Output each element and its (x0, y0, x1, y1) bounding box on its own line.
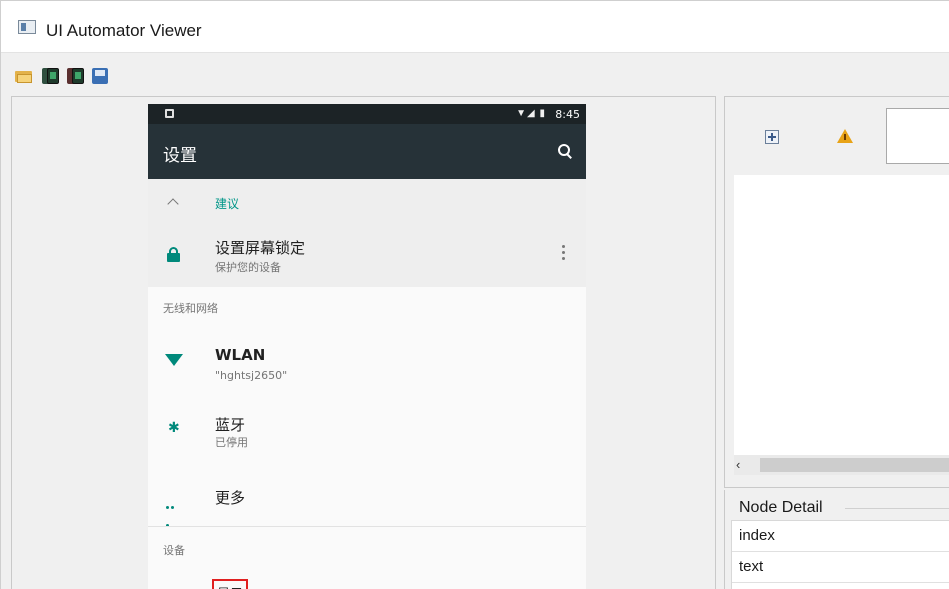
more-vert-icon[interactable] (562, 245, 565, 260)
section-wireless: 无线和网络 (163, 302, 218, 315)
save-icon (92, 68, 108, 84)
search-icon[interactable] (558, 144, 572, 158)
suggestions-header: 建议 (215, 197, 240, 211)
window-title: UI Automator Viewer (46, 21, 202, 40)
node-detail-label: Node Detail (739, 499, 827, 517)
scroll-left-icon[interactable]: ‹ (736, 457, 752, 473)
node-detail-panel: Node Detail index text (724, 490, 949, 589)
title-bar: UI Automator Viewer (1, 1, 949, 53)
hierarchy-tree[interactable] (734, 175, 949, 455)
screen-lock-title[interactable]: 设置屏幕锁定 (215, 237, 305, 258)
horizontal-scrollbar[interactable]: ‹ (734, 455, 949, 475)
wifi-icon (165, 354, 183, 366)
lock-icon (167, 247, 180, 262)
status-time: 8:45 (555, 108, 580, 121)
hierarchy-filter-box[interactable] (886, 108, 949, 164)
chevron-up-icon[interactable] (167, 198, 179, 210)
wlan-title[interactable]: WLAN (215, 346, 265, 364)
divider (148, 526, 586, 527)
suggestions-block: 建议 设置屏幕锁定 保护您的设备 (148, 179, 586, 287)
expand-all-icon[interactable] (765, 130, 779, 144)
device-screenshot-button[interactable] (40, 67, 60, 85)
bluetooth-subtitle: 已停用 (215, 436, 248, 449)
more-dots-icon (166, 496, 180, 527)
table-row[interactable]: text (732, 552, 949, 583)
notification-icon (165, 109, 174, 118)
settings-app-bar: 设置 (148, 124, 586, 179)
screen-lock-subtitle: 保护您的设备 (215, 261, 281, 274)
settings-title: 设置 (163, 146, 197, 166)
node-detail-table: index text (731, 520, 949, 589)
property-key: text (739, 558, 764, 575)
more-title[interactable]: 更多 (215, 487, 245, 508)
app-window: UI Automator Viewer ▼◢ ▮ 8:45 设置 建议 设置屏幕… (0, 0, 949, 589)
wlan-subtitle: "hghtsj2650" (215, 369, 288, 382)
bluetooth-title[interactable]: 蓝牙 (215, 414, 245, 435)
group-border (845, 508, 949, 509)
scroll-thumb[interactable] (760, 458, 949, 472)
status-icons: ▼◢ ▮ (516, 108, 546, 119)
selected-node-highlight[interactable]: 显示 (212, 579, 248, 589)
table-row[interactable]: index (732, 521, 949, 552)
open-button[interactable] (14, 67, 34, 85)
toolbar (1, 61, 949, 91)
app-icon (18, 20, 36, 34)
display-item-title: 显示 (217, 583, 243, 589)
section-device: 设备 (163, 544, 185, 557)
status-bar: ▼◢ ▮ 8:45 (148, 104, 586, 124)
device-screenshot-compressed-button[interactable] (65, 67, 85, 85)
bluetooth-icon: ✱ (168, 420, 180, 436)
hierarchy-pane: ‹ (724, 96, 949, 488)
table-row[interactable] (732, 583, 949, 589)
device-screenshot[interactable]: ▼◢ ▮ 8:45 设置 建议 设置屏幕锁定 保护您的设备 无线和网络 WLAN… (148, 104, 586, 589)
save-button[interactable] (90, 67, 110, 85)
property-key: index (739, 527, 775, 544)
